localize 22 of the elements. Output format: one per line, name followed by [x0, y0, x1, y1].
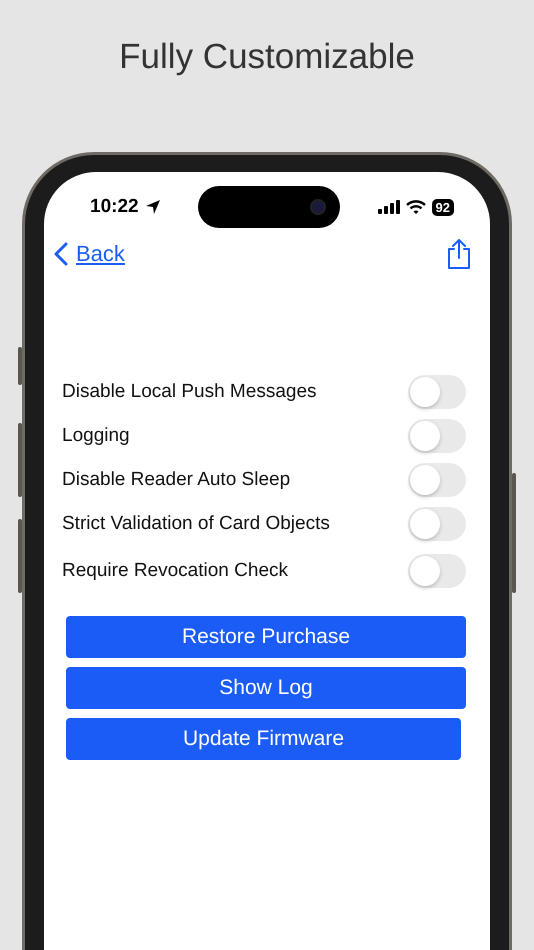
action-button[interactable]: Restore Purchase — [66, 616, 466, 658]
wifi-icon — [406, 200, 426, 214]
page-title: Fully Customizable — [119, 36, 415, 78]
back-link[interactable]: Back — [54, 241, 125, 267]
setting-label: Logging — [62, 425, 130, 447]
setting-label: Disable Reader Auto Sleep — [62, 469, 290, 491]
toggle-switch[interactable] — [408, 507, 466, 541]
share-icon[interactable] — [446, 238, 472, 270]
signal-icon — [378, 200, 400, 214]
toggle-switch[interactable] — [408, 463, 466, 497]
action-button[interactable]: Update Firmware — [66, 718, 461, 760]
setting-label: Disable Local Push Messages — [62, 381, 317, 403]
toggle-switch[interactable] — [408, 375, 466, 409]
setting-label: Require Revocation Check — [62, 560, 288, 582]
action-button[interactable]: Show Log — [66, 667, 466, 709]
setting-label: Strict Validation of Card Objects — [62, 513, 330, 535]
status-time: 10:22 — [90, 196, 139, 218]
toggle-switch[interactable] — [408, 419, 466, 453]
toggle-switch[interactable] — [408, 554, 466, 588]
location-arrow-icon — [144, 199, 161, 215]
battery-level: 92 — [432, 198, 454, 216]
chevron-left-icon — [54, 242, 68, 266]
